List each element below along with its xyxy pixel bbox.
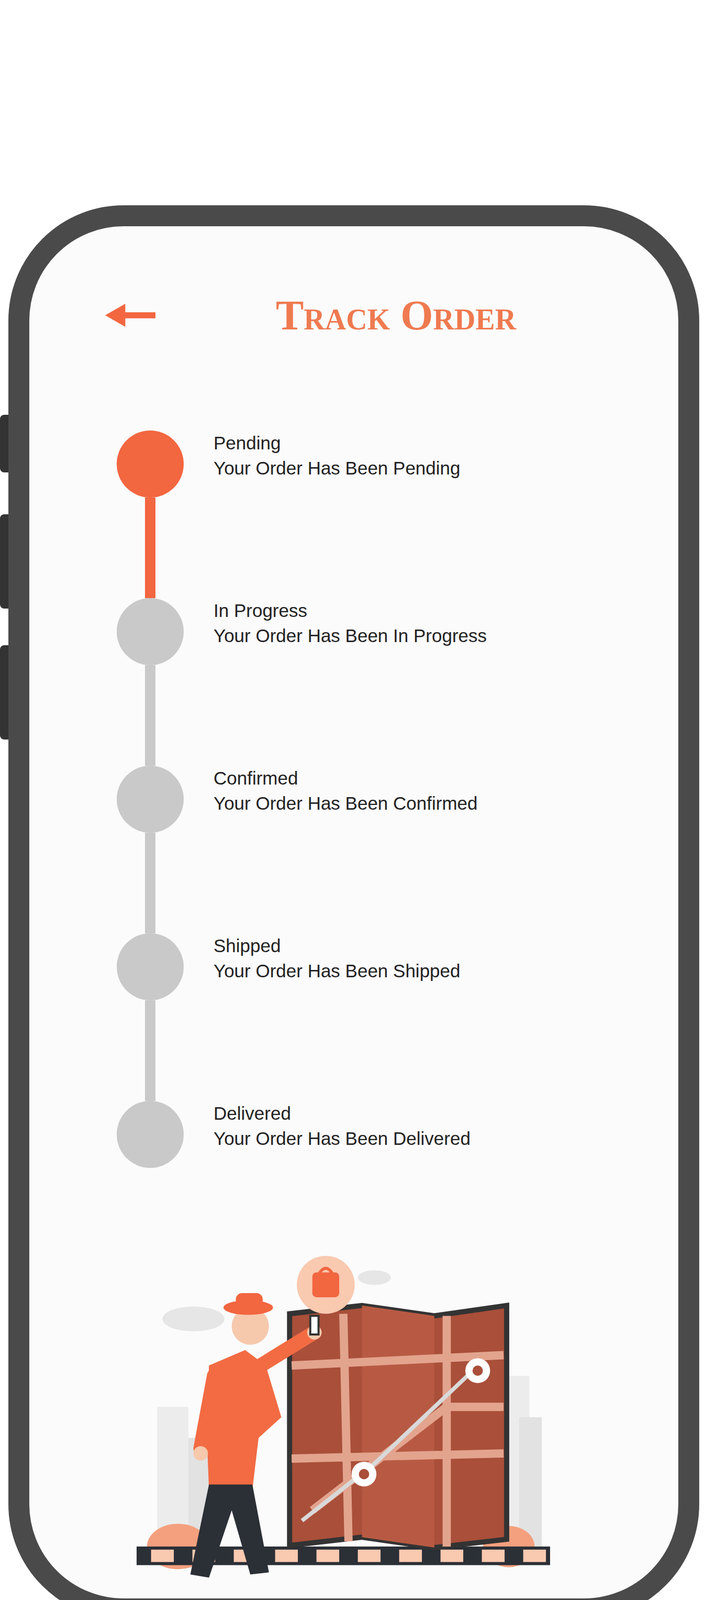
step-dot <box>116 1100 184 1168</box>
side-button <box>0 414 9 473</box>
step-title: Delivered <box>213 1100 471 1126</box>
step-line <box>144 999 156 1101</box>
step-subtitle: Your Order Has Been Shipped <box>213 957 461 983</box>
step-subtitle: Your Order Has Been Delivered <box>213 1125 471 1151</box>
back-arrow-icon[interactable] <box>105 302 156 328</box>
step-title: Shipped <box>213 932 461 958</box>
step-subtitle: Your Order Has Been Pending <box>213 455 461 481</box>
step-rail <box>116 430 184 598</box>
step-title: Confirmed <box>213 765 478 791</box>
step-line <box>144 664 156 766</box>
timeline-step: In ProgressYour Order Has Been In Progre… <box>116 597 679 766</box>
illustration <box>29 1250 679 1582</box>
step-subtitle: Your Order Has Been Confirmed <box>213 790 478 816</box>
side-button <box>0 513 9 609</box>
screen: Track Order PendingYour Order Has Been Pe… <box>29 226 679 1598</box>
step-title: In Progress <box>213 597 487 623</box>
step-rail <box>116 1100 184 1168</box>
step-text: In ProgressYour Order Has Been In Progre… <box>213 589 487 657</box>
step-text: ShippedYour Order Has Been Shipped <box>213 924 461 992</box>
step-line <box>144 832 156 933</box>
step-dot <box>116 430 184 498</box>
step-text: PendingYour Order Has Been Pending <box>213 421 461 489</box>
step-title: Pending <box>213 430 461 456</box>
step-text: DeliveredYour Order Has Been Delivered <box>213 1091 471 1159</box>
step-line <box>144 497 156 598</box>
timeline: PendingYour Order Has Been PendingIn Pro… <box>29 430 679 1168</box>
side-button <box>0 644 9 740</box>
phone-frame: Track Order PendingYour Order Has Been Pe… <box>8 205 700 1599</box>
timeline-step: ShippedYour Order Has Been Shipped <box>116 932 679 1101</box>
step-dot <box>116 932 184 1000</box>
step-rail <box>116 765 184 933</box>
timeline-step: ConfirmedYour Order Has Been Confirmed <box>116 765 679 933</box>
step-text: ConfirmedYour Order Has Been Confirmed <box>213 756 478 824</box>
step-rail <box>116 932 184 1101</box>
timeline-step: DeliveredYour Order Has Been Delivered <box>116 1100 679 1168</box>
step-subtitle: Your Order Has Been In Progress <box>213 622 487 648</box>
page-title: Track Order <box>275 291 517 340</box>
page: Track Order PendingYour Order Has Been Pe… <box>0 0 705 1599</box>
timeline-step: PendingYour Order Has Been Pending <box>116 430 679 598</box>
header: Track Order <box>29 288 679 342</box>
step-dot <box>116 597 184 665</box>
step-rail <box>116 597 184 766</box>
delivery-man-map-icon <box>136 1250 551 1582</box>
step-dot <box>116 765 184 833</box>
